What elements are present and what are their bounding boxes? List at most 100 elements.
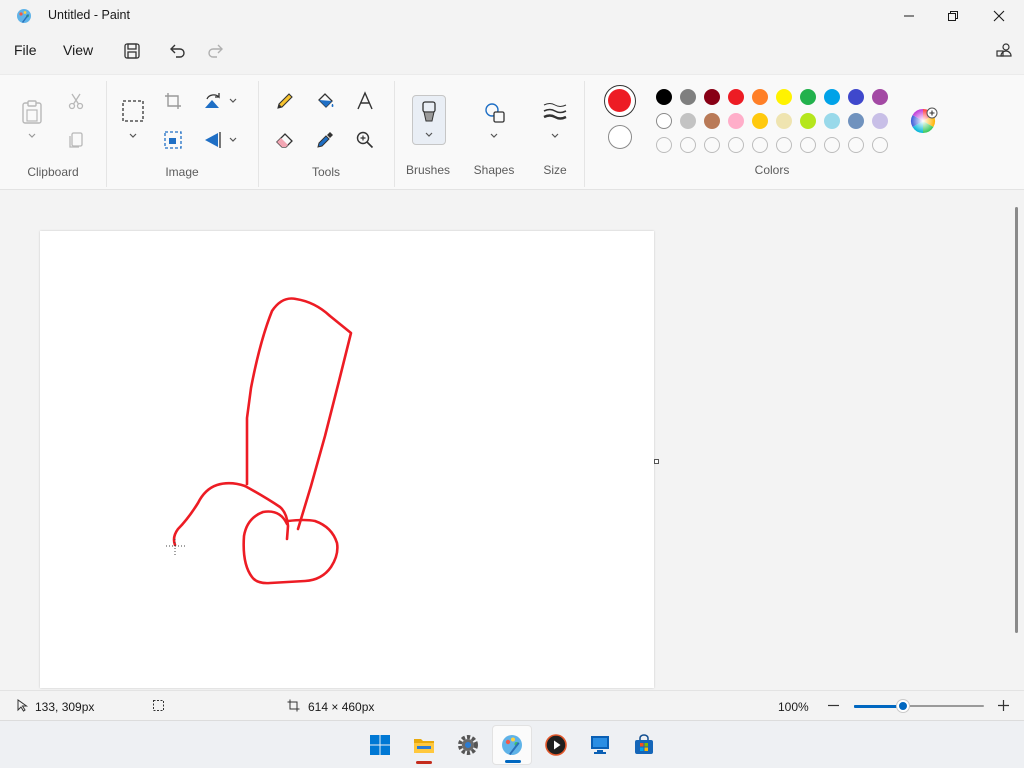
taskbar-file-explorer[interactable] (404, 725, 444, 765)
paint-app-icon (17, 9, 31, 23)
pencil-button[interactable] (273, 89, 297, 113)
palette-custom-slot[interactable] (776, 137, 792, 153)
cut-button[interactable] (64, 89, 88, 113)
eraser-button[interactable] (273, 128, 297, 152)
minimize-button[interactable] (886, 0, 932, 32)
resize-button[interactable] (161, 128, 185, 152)
brush-icon (422, 101, 436, 122)
chevron-down-icon (425, 132, 433, 137)
menu-file[interactable]: File (14, 42, 37, 58)
crop-button[interactable] (161, 89, 185, 113)
palette-color[interactable] (824, 113, 840, 129)
select-icon[interactable] (121, 99, 145, 123)
vertical-scrollbar[interactable] (1015, 207, 1018, 633)
stroke-blob (242, 510, 339, 585)
zoom-level: 100% (778, 700, 809, 714)
account-icon[interactable] (994, 41, 1014, 61)
palette-color[interactable] (824, 89, 840, 105)
brushes-button[interactable] (412, 95, 446, 145)
zoom-in-icon[interactable] (997, 699, 1010, 712)
rotate-button[interactable] (201, 89, 225, 113)
primary-color-well[interactable] (604, 85, 636, 117)
paint-icon (502, 735, 522, 755)
chevron-down-icon[interactable] (128, 131, 138, 141)
secondary-color-well[interactable] (608, 125, 632, 149)
start-button[interactable] (360, 725, 400, 765)
palette-color[interactable] (680, 89, 696, 105)
palette-color[interactable] (704, 89, 720, 105)
palette-color[interactable] (728, 89, 744, 105)
eyedropper-icon (317, 132, 333, 148)
chevron-down-icon[interactable] (228, 135, 238, 145)
save-icon[interactable] (122, 41, 142, 61)
canvas-resize-handle[interactable] (654, 459, 659, 464)
palette-custom-slot[interactable] (824, 137, 840, 153)
tools-group: Tools (259, 75, 393, 191)
color-picker-button[interactable] (313, 128, 337, 152)
window-title: Untitled - Paint (48, 8, 130, 22)
palette-color[interactable] (776, 89, 792, 105)
title-bar: Untitled - Paint (0, 0, 1024, 32)
undo-icon[interactable] (167, 41, 187, 61)
restore-button[interactable] (930, 0, 976, 32)
palette-color[interactable] (752, 89, 768, 105)
taskbar-media-player[interactable] (536, 725, 576, 765)
chevron-down-icon[interactable] (489, 131, 499, 141)
palette-custom-slot[interactable] (728, 137, 744, 153)
palette-color[interactable] (656, 89, 672, 105)
fill-button[interactable] (313, 89, 337, 113)
flip-icon (205, 132, 221, 148)
palette-color[interactable] (872, 89, 888, 105)
palette-custom-slot[interactable] (800, 137, 816, 153)
zoom-slider[interactable] (854, 700, 984, 712)
taskbar-remote-desktop[interactable] (580, 725, 620, 765)
zoom-out-icon[interactable] (827, 699, 840, 712)
text-button[interactable] (353, 89, 377, 113)
canvas-size-icon (287, 699, 300, 712)
chevron-down-icon[interactable] (550, 131, 560, 141)
palette-custom-slot[interactable] (752, 137, 768, 153)
remote-desktop-icon (591, 736, 609, 754)
palette-color[interactable] (848, 113, 864, 129)
palette-color[interactable] (656, 113, 672, 129)
palette-custom-slot[interactable] (680, 137, 696, 153)
palette-custom-slot[interactable] (872, 137, 888, 153)
taskbar-paint[interactable] (492, 725, 532, 765)
flip-button[interactable] (201, 128, 225, 152)
palette-color[interactable] (872, 113, 888, 129)
palette-color[interactable] (704, 113, 720, 129)
palette-color[interactable] (776, 113, 792, 129)
edit-colors-icon[interactable] (910, 107, 938, 135)
rotate-icon (205, 93, 220, 108)
shapes-label: Shapes (473, 163, 515, 177)
stroke-tall-shape (245, 297, 353, 531)
line-size-icon[interactable] (542, 101, 568, 123)
drawing-canvas[interactable] (40, 231, 654, 688)
palette-color[interactable] (800, 89, 816, 105)
palette-color[interactable] (680, 113, 696, 129)
chevron-down-icon[interactable] (27, 131, 37, 141)
palette-color[interactable] (800, 113, 816, 129)
palette-color[interactable] (752, 113, 768, 129)
palette-color[interactable] (728, 113, 744, 129)
stroke-left-hook (172, 481, 247, 547)
chevron-down-icon[interactable] (228, 96, 238, 106)
magnifier-icon (356, 131, 374, 149)
palette-custom-slot[interactable] (848, 137, 864, 153)
palette-color[interactable] (848, 89, 864, 105)
zoom-slider-thumb[interactable] (897, 700, 910, 712)
taskbar-settings[interactable] (448, 725, 488, 765)
palette-custom-slot[interactable] (704, 137, 720, 153)
magnifier-button[interactable] (353, 128, 377, 152)
palette-custom-slot[interactable] (656, 137, 672, 153)
settings-icon (458, 735, 478, 755)
copy-button[interactable] (64, 128, 88, 152)
resize-icon (164, 131, 182, 149)
close-button[interactable] (976, 0, 1022, 32)
shapes-icon[interactable] (483, 101, 507, 125)
taskbar-store[interactable] (624, 725, 664, 765)
clipboard-label: Clipboard (27, 165, 79, 179)
menu-view[interactable]: View (63, 42, 93, 58)
redo-icon[interactable] (206, 41, 226, 61)
paste-icon[interactable] (20, 99, 44, 125)
